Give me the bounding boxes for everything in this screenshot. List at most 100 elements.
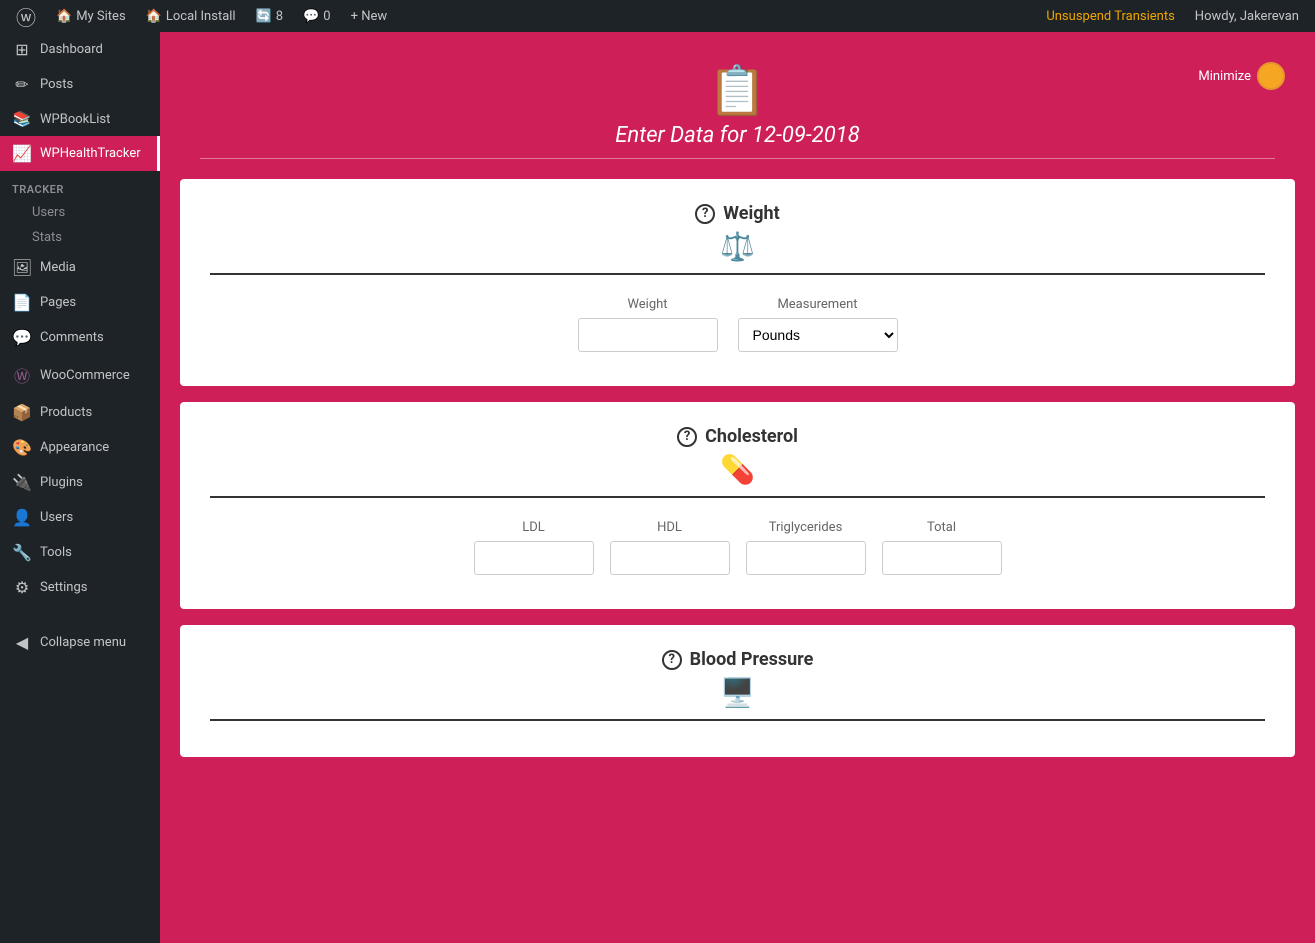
blood-pressure-help-icon[interactable]: ? xyxy=(662,650,682,670)
sidebar-item-label-users: Users xyxy=(40,510,73,525)
sidebar-item-label-posts: Posts xyxy=(40,77,73,92)
appearance-icon: 🎨 xyxy=(12,438,32,457)
sidebar-item-pages[interactable]: 📄 Pages xyxy=(0,285,160,320)
new-label: + New xyxy=(351,9,388,24)
ldl-input[interactable] xyxy=(474,541,594,575)
minimize-circle-icon xyxy=(1257,62,1285,90)
media-icon: 🖼 xyxy=(12,258,32,277)
wpbooklist-icon: 📚 xyxy=(12,110,32,128)
new-button[interactable]: + New xyxy=(343,0,396,32)
howdy-menu[interactable]: Howdy, Jakerevan xyxy=(1187,0,1307,32)
sidebar-item-tools[interactable]: 🔧 Tools xyxy=(0,535,160,570)
sidebar-item-dashboard[interactable]: ⊞ Dashboard xyxy=(0,32,160,67)
updates-button[interactable]: 🔄 8 xyxy=(248,0,292,32)
ldl-field-label: LDL xyxy=(474,520,594,535)
triglycerides-input[interactable] xyxy=(746,541,866,575)
sidebar-item-label-media: Media xyxy=(40,260,76,275)
hdl-field-group: HDL xyxy=(610,520,730,575)
sidebar-item-tracker-stats[interactable]: Stats xyxy=(0,225,160,250)
my-sites-label: My Sites xyxy=(76,9,125,24)
sidebar-item-label-wpbooklist: WPBookList xyxy=(40,112,110,127)
hdl-field-label: HDL xyxy=(610,520,730,535)
tracker-title: Enter Data for 12-09-2018 xyxy=(200,123,1275,159)
sidebar-item-label-comments: Comments xyxy=(40,330,104,345)
measurement-field-group: Measurement Pounds Kilograms Stone xyxy=(738,297,898,352)
blood-pressure-card-title: Blood Pressure xyxy=(690,649,814,670)
local-install-icon: 🏠 xyxy=(146,9,162,24)
weight-card-icon: ⚖️ xyxy=(210,230,1265,275)
minimize-button[interactable]: Minimize xyxy=(1198,62,1285,90)
total-input[interactable] xyxy=(882,541,1002,575)
sidebar-item-label-settings: Settings xyxy=(40,580,87,595)
updates-count: 8 xyxy=(276,9,283,24)
minimize-label: Minimize xyxy=(1198,69,1251,84)
sidebar-item-label-dashboard: Dashboard xyxy=(40,42,103,57)
total-field-label: Total xyxy=(882,520,1002,535)
sidebar-item-wpbooklist[interactable]: 📚 WPBookList xyxy=(0,102,160,136)
sidebar-item-collapse[interactable]: ◀ Collapse menu xyxy=(0,625,160,660)
hdl-input[interactable] xyxy=(610,541,730,575)
sidebar-item-woocommerce[interactable]: Ⓦ WooCommerce xyxy=(0,355,160,395)
sidebar-item-label-appearance: Appearance xyxy=(40,440,109,455)
weight-help-icon[interactable]: ? xyxy=(695,204,715,224)
tracker-header: Minimize 📋 Enter Data for 12-09-2018 xyxy=(180,52,1295,179)
tools-icon: 🔧 xyxy=(12,543,32,562)
comments-count: 0 xyxy=(323,9,330,24)
sidebar-item-label-wphealthtracker: WPHealthTracker xyxy=(40,146,141,161)
tracker-stats-label: Stats xyxy=(32,230,62,245)
weight-input[interactable] xyxy=(578,318,718,352)
collapse-icon: ◀ xyxy=(12,633,32,652)
main-content: Minimize 📋 Enter Data for 12-09-2018 ? W… xyxy=(160,32,1315,943)
sidebar-item-media[interactable]: 🖼 Media xyxy=(0,250,160,285)
my-sites-button[interactable]: 🏠 My Sites xyxy=(48,0,134,32)
updates-icon: 🔄 xyxy=(256,9,272,24)
weight-card: ? Weight ⚖️ Weight Measurement Pounds Ki… xyxy=(180,179,1295,386)
woocommerce-icon: Ⓦ xyxy=(12,363,32,387)
sidebar-item-appearance[interactable]: 🎨 Appearance xyxy=(0,430,160,465)
sidebar-item-products[interactable]: 📦 Products xyxy=(0,395,160,430)
tracker-section-header: Tracker xyxy=(0,171,160,200)
wp-logo-icon: ⓦ xyxy=(16,2,36,31)
users-icon: 👤 xyxy=(12,508,32,527)
tracker-header-icon: 📋 xyxy=(180,62,1295,119)
sidebar-item-tracker-users[interactable]: Users xyxy=(0,200,160,225)
my-sites-icon: 🏠 xyxy=(56,9,72,24)
sidebar-item-wphealthtracker[interactable]: 📈 WPHealthTracker xyxy=(0,136,160,171)
plugins-icon: 🔌 xyxy=(12,473,32,492)
unsuspend-transients-button[interactable]: Unsuspend Transients xyxy=(1038,0,1182,32)
sidebar: ⊞ Dashboard ✏ Posts 📚 WPBookList 📈 WPHea… xyxy=(0,32,160,943)
sidebar-item-settings[interactable]: ⚙ Settings xyxy=(0,570,160,605)
sidebar-item-label-products: Products xyxy=(40,405,92,420)
products-icon: 📦 xyxy=(12,403,32,422)
posts-icon: ✏ xyxy=(12,75,32,94)
admin-bar: ⓦ 🏠 My Sites 🏠 Local Install 🔄 8 💬 0 + N… xyxy=(0,0,1315,32)
settings-icon: ⚙ xyxy=(12,578,32,597)
pages-icon: 📄 xyxy=(12,293,32,312)
sidebar-item-comments[interactable]: 💬 Comments xyxy=(0,320,160,355)
cholesterol-card-icon: 💊 xyxy=(210,453,1265,498)
cholesterol-help-icon[interactable]: ? xyxy=(677,427,697,447)
triglycerides-field-group: Triglycerides xyxy=(746,520,866,575)
wp-logo-button[interactable]: ⓦ xyxy=(8,0,44,32)
cholesterol-card-title: Cholesterol xyxy=(705,426,798,447)
comments-button[interactable]: 💬 0 xyxy=(295,0,339,32)
measurement-select[interactable]: Pounds Kilograms Stone xyxy=(738,318,898,352)
ldl-field-group: LDL xyxy=(474,520,594,575)
weight-field-group: Weight xyxy=(578,297,718,352)
dashboard-icon: ⊞ xyxy=(12,40,32,59)
unsuspend-label: Unsuspend Transients xyxy=(1046,9,1174,24)
tracker-users-label: Users xyxy=(32,205,65,220)
sidebar-item-plugins[interactable]: 🔌 Plugins xyxy=(0,465,160,500)
triglycerides-field-label: Triglycerides xyxy=(746,520,866,535)
local-install-button[interactable]: 🏠 Local Install xyxy=(138,0,244,32)
measurement-field-label: Measurement xyxy=(738,297,898,312)
sidebar-item-users[interactable]: 👤 Users xyxy=(0,500,160,535)
weight-fields-row: Weight Measurement Pounds Kilograms Ston… xyxy=(210,287,1265,362)
weight-card-title: Weight xyxy=(723,203,779,224)
blood-pressure-card: ? Blood Pressure 🖥️ xyxy=(180,625,1295,757)
cholesterol-fields-row: LDL HDL Triglycerides Total xyxy=(210,510,1265,585)
cholesterol-card: ? Cholesterol 💊 LDL HDL Triglycerides xyxy=(180,402,1295,609)
sidebar-item-posts[interactable]: ✏ Posts xyxy=(0,67,160,102)
sidebar-item-label-tools: Tools xyxy=(40,545,72,560)
total-field-group: Total xyxy=(882,520,1002,575)
